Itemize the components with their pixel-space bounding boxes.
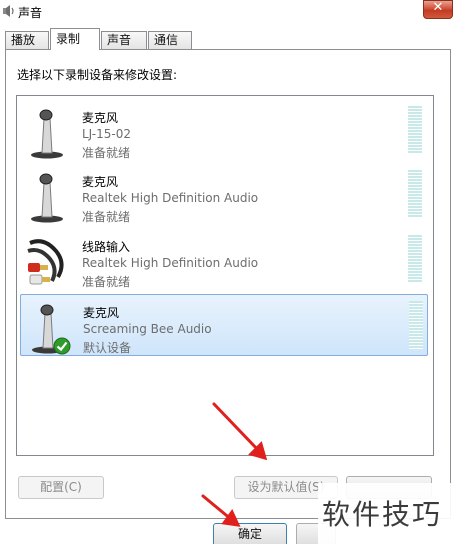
level-meter: [408, 235, 422, 283]
instruction-text: 选择以下录制设备来修改设置:: [17, 68, 178, 82]
device-name: 麦克风: [82, 111, 119, 125]
device-name: 线路输入: [82, 240, 131, 254]
line-in-cable-icon: [27, 239, 64, 285]
level-meter: [409, 301, 423, 349]
set-default-button-label: 设为默认值(S): [247, 480, 325, 494]
tab-playback[interactable]: 播放: [5, 31, 49, 49]
device-name: 麦克风: [82, 175, 119, 189]
microphone-icon: [31, 109, 63, 159]
speaker-icon: [3, 5, 14, 17]
device-status: 准备就绪: [82, 210, 131, 224]
watermark: 软件技巧: [318, 483, 454, 544]
watermark-text: 软件技巧: [322, 498, 443, 531]
device-name: 麦克风: [83, 306, 120, 320]
device-item-microphone-lj[interactable]: 麦克风 LJ-15-02 准备就绪: [20, 100, 428, 162]
device-item-microphone-realtek[interactable]: 麦克风 Realtek High Definition Audio 准备就绪: [20, 164, 428, 226]
close-button[interactable]: ✕: [423, 0, 453, 19]
tab-communications[interactable]: 通信: [148, 31, 192, 49]
device-description: Realtek High Definition Audio: [82, 191, 259, 205]
ok-button-label: 确定: [237, 527, 262, 541]
device-status: 准备就绪: [82, 275, 131, 289]
title-bar: 声音 ✕: [0, 0, 454, 28]
device-status: 准备就绪: [82, 146, 131, 160]
close-icon: ✕: [432, 0, 444, 15]
configure-button[interactable]: 配置(C): [18, 476, 104, 499]
device-description: Screaming Bee Audio: [83, 322, 212, 336]
tab-label: 通信: [154, 33, 179, 47]
tab-label: 声音: [107, 33, 132, 47]
device-description: Realtek High Definition Audio: [82, 256, 259, 270]
configure-button-label: 配置(C): [40, 480, 82, 494]
device-status: 默认设备: [83, 341, 132, 355]
microphone-icon: [31, 173, 63, 223]
level-meter: [408, 106, 422, 154]
device-description: LJ-15-02: [82, 127, 131, 141]
device-item-line-in[interactable]: 线路输入 Realtek High Definition Audio 准备就绪: [20, 229, 428, 291]
level-meter: [408, 170, 422, 218]
device-item-microphone-screaming-bee[interactable]: 麦克风 Screaming Bee Audio 默认设备: [20, 294, 428, 356]
ok-button[interactable]: 确定: [213, 523, 287, 544]
tab-sounds[interactable]: 声音: [101, 31, 147, 49]
device-list[interactable]: 麦克风 LJ-15-02 准备就绪 麦克风 Realtek High Defin…: [16, 95, 434, 456]
tab-recording[interactable]: 录制: [50, 28, 100, 50]
default-check-icon: [53, 337, 71, 355]
window-title: 声音: [18, 6, 43, 20]
tab-label: 录制: [56, 32, 81, 46]
tab-label: 播放: [11, 33, 36, 47]
